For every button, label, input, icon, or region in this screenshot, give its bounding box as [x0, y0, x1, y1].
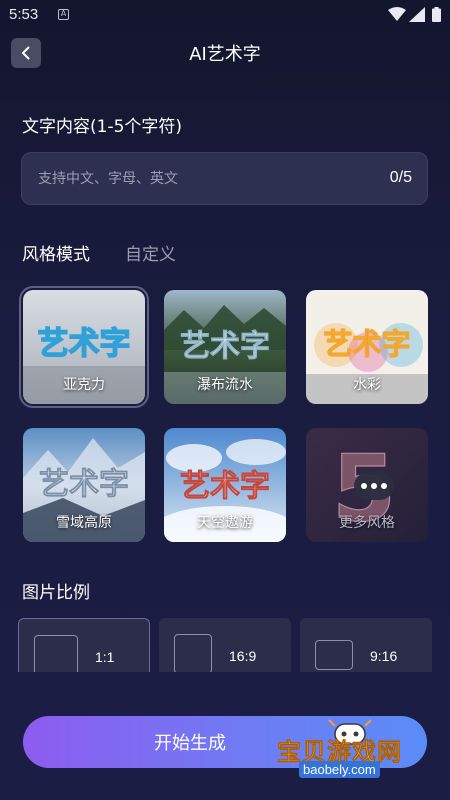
char-count: 0/5 [389, 169, 412, 186]
ratio-option-label: 1:1 [95, 649, 115, 665]
wifi-icon [388, 7, 406, 21]
style-card-name: 亚克力 [63, 377, 105, 393]
app-notification-icon: A [58, 9, 69, 20]
svg-text:艺术字: 艺术字 [38, 326, 131, 362]
text-content-label: 文字内容(1-5个字符) [22, 117, 183, 137]
ratio-portrait-icon [315, 640, 353, 670]
watermark-url: baobely.com [299, 761, 380, 778]
ratio-option-16-9[interactable]: 16:9 [159, 618, 291, 672]
svg-text:艺术字: 艺术字 [323, 327, 410, 361]
text-input-box[interactable]: 0/5 [21, 152, 428, 205]
style-card-name: 更多风格 [339, 515, 395, 531]
ratio-option-label: 16:9 [229, 648, 257, 664]
style-card-name: 水彩 [353, 377, 381, 393]
style-card-name: 天空遨游 [197, 515, 253, 531]
image-ratio-label: 图片比例 [22, 583, 90, 603]
status-bar: 5:53 A [0, 0, 450, 30]
ratio-option-9-16[interactable]: 9:16 [300, 618, 432, 672]
style-card-snow-plateau[interactable]: 艺术字 雪域高原 [23, 428, 145, 542]
ratio-option-1-1[interactable]: 1:1 [18, 618, 150, 672]
svg-text:艺术字: 艺术字 [180, 329, 270, 364]
style-card-watercolor[interactable]: 艺术字 水彩 [306, 290, 428, 404]
ratio-landscape-icon [174, 634, 212, 672]
tab-custom[interactable]: 自定义 [125, 240, 176, 265]
ratio-option-label: 9:16 [370, 648, 398, 664]
start-generate-label: 开始生成 [154, 733, 226, 754]
style-card-more[interactable]: 5 更多风格 [306, 428, 428, 542]
signal-icon [409, 7, 425, 22]
status-time: 5:53 [9, 6, 39, 23]
site-watermark: 宝贝游戏网 baobely.com [275, 719, 445, 784]
page-title: AI艺术字 [189, 44, 261, 65]
style-card-acrylic[interactable]: 艺术字 亚克力 [19, 286, 149, 408]
style-card-name: 瀑布流水 [197, 377, 253, 393]
svg-text:艺术字: 艺术字 [39, 467, 129, 502]
ratio-square-icon [34, 635, 78, 672]
tab-style-mode[interactable]: 风格模式 [22, 240, 90, 265]
text-input[interactable] [38, 153, 358, 204]
style-card-name: 雪域高原 [56, 515, 112, 531]
battery-icon [432, 7, 441, 22]
style-card-sky[interactable]: 艺术字 天空遨游 [164, 428, 286, 542]
svg-text:艺术字: 艺术字 [180, 469, 270, 504]
style-card-waterfall[interactable]: 艺术字 瀑布流水 [164, 290, 286, 404]
